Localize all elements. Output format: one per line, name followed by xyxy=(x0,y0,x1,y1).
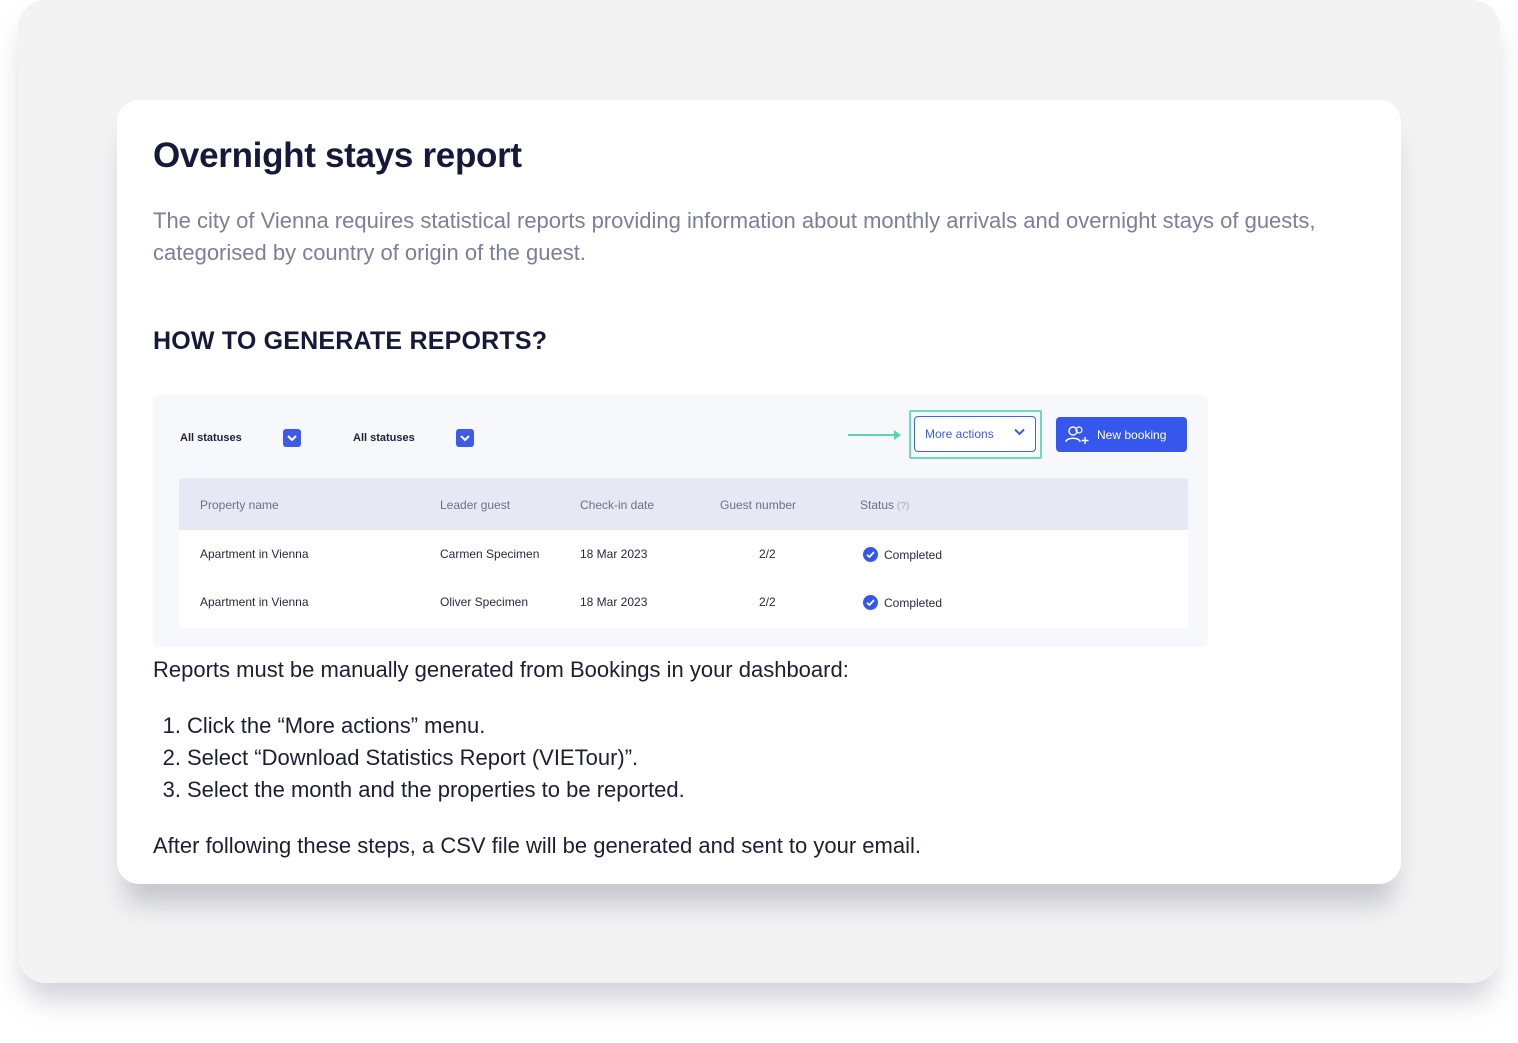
column-header-status: Status (?) xyxy=(860,498,909,512)
dashboard-screenshot: All statuses All statuses More actions N… xyxy=(153,395,1208,647)
cell-property: Apartment in Vienna xyxy=(200,595,309,609)
cell-guest-number: 2/2 xyxy=(759,595,776,609)
pointer-arrow xyxy=(848,430,901,440)
bookings-table: Property name Leader guest Check-in date… xyxy=(179,478,1188,628)
column-header: Check-in date xyxy=(580,498,655,512)
table-header: Property name Leader guest Check-in date… xyxy=(179,478,1188,530)
chevron-down-icon[interactable] xyxy=(456,429,474,447)
cell-checkin-date: 18 Mar 2023 xyxy=(580,595,648,609)
step-text: Select the month and the properties to b… xyxy=(187,777,685,802)
add-user-icon xyxy=(1065,425,1089,444)
status-filter-label-2: All statuses xyxy=(353,432,415,444)
cell-checkin-date: 18 Mar 2023 xyxy=(580,547,648,561)
how-to-heading: HOW TO GENERATE REPORTS? xyxy=(153,327,548,355)
column-header: Guest number xyxy=(720,498,797,512)
check-circle-icon xyxy=(863,547,878,562)
table-row[interactable]: Apartment in Vienna Oliver Specimen 18 M… xyxy=(179,578,1188,626)
page-title: Overnight stays report xyxy=(153,136,522,175)
help-icon[interactable]: (?) xyxy=(897,501,909,512)
check-circle-icon xyxy=(863,595,878,610)
list-item: 2. Select “Download Statistics Report (VI… xyxy=(153,742,685,774)
cell-leader-guest: Carmen Specimen xyxy=(440,547,540,561)
new-booking-label: New booking xyxy=(1097,427,1167,442)
cell-leader-guest: Oliver Specimen xyxy=(440,595,529,609)
status-label: Completed xyxy=(884,595,943,610)
cell-guest-number: 2/2 xyxy=(759,547,776,561)
list-item: 3. Select the month and the properties to… xyxy=(153,774,685,806)
cell-status: Completed xyxy=(863,547,942,562)
new-booking-button[interactable]: New booking xyxy=(1056,417,1187,452)
step-text: Select “Download Statistics Report (VIET… xyxy=(187,745,639,770)
cell-property: Apartment in Vienna xyxy=(200,547,309,561)
more-actions-button[interactable]: More actions xyxy=(914,416,1036,452)
status-label: Completed xyxy=(884,547,943,562)
list-item: 1. Click the “More actions” menu. xyxy=(153,710,685,742)
table-row[interactable]: Apartment in Vienna Carmen Specimen 18 M… xyxy=(179,530,1188,578)
more-actions-label: More actions xyxy=(925,427,994,441)
chevron-down-icon[interactable] xyxy=(283,429,301,447)
column-header-label: Status xyxy=(860,498,895,512)
steps-list: 1. Click the “More actions” menu. 2. Selec… xyxy=(153,710,685,806)
cell-status: Completed xyxy=(863,595,942,610)
step-number: 3. xyxy=(162,777,181,802)
step-number: 2. xyxy=(162,745,181,770)
step-text: Click the “More actions” menu. xyxy=(187,713,486,738)
closing-paragraph: After following these steps, a CSV file … xyxy=(153,833,921,858)
status-filter-label-1: All statuses xyxy=(180,432,242,444)
column-header: Leader guest xyxy=(440,498,511,512)
step-number: 1. xyxy=(162,713,181,738)
column-header: Property name xyxy=(200,498,279,512)
chevron-down-icon xyxy=(1014,428,1025,436)
instructions-intro: Reports must be manually generated from … xyxy=(153,657,849,682)
intro-paragraph: The city of Vienna requires statistical … xyxy=(153,208,1316,265)
